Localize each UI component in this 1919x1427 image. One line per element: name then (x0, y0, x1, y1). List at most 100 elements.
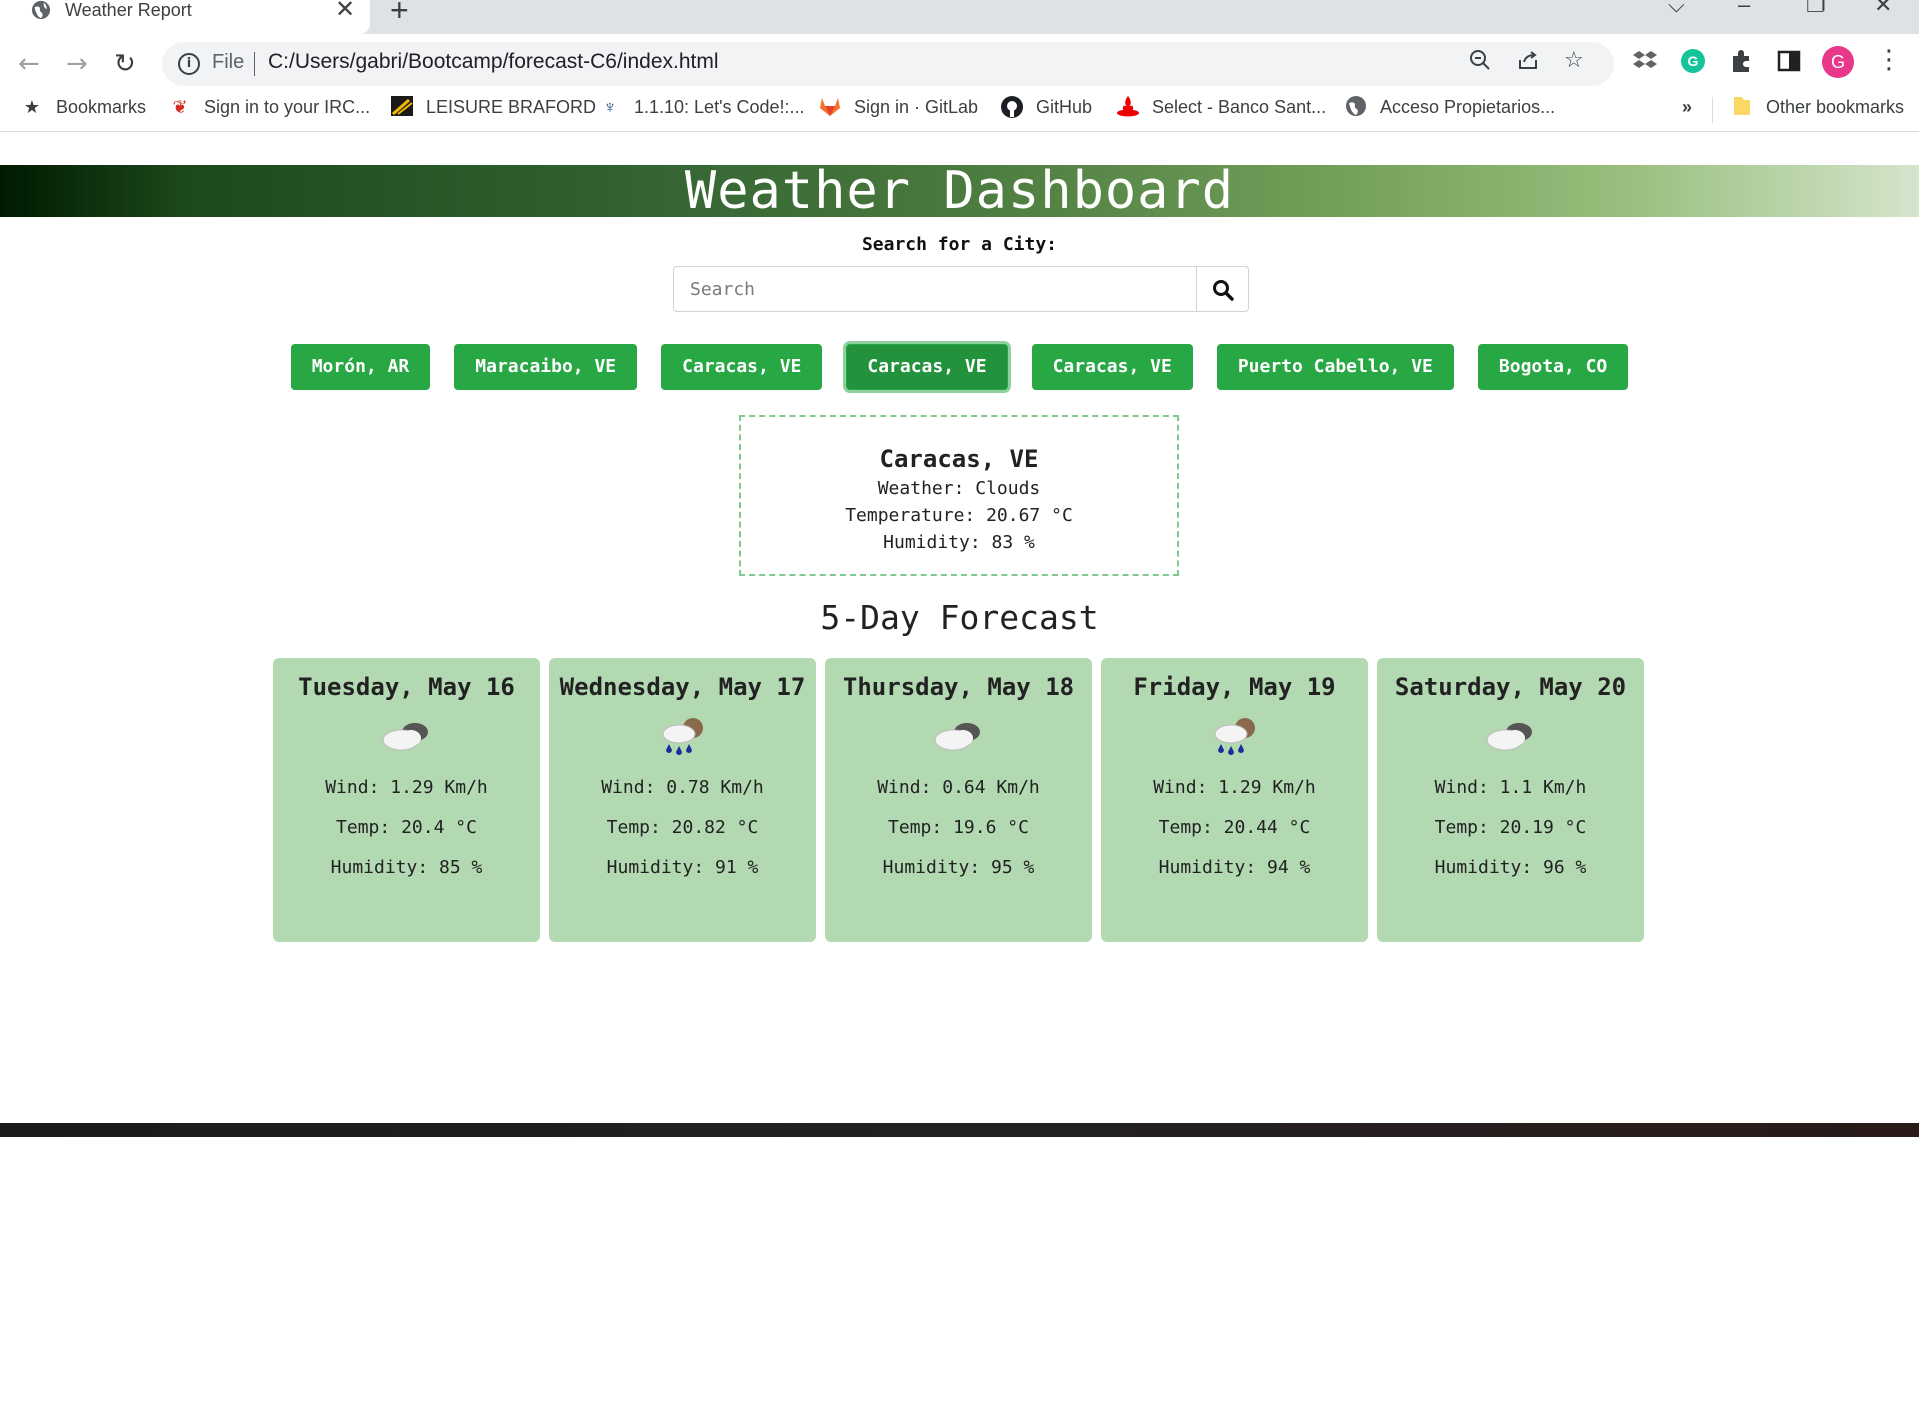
history-button-maracaibo[interactable]: Maracaibo, VE (454, 344, 638, 390)
menu-kebab-icon[interactable]: ⋮ (1876, 44, 1902, 76)
bookmark-leisure[interactable]: LEISURE BRAFORD (390, 95, 596, 119)
forecast-wind: Wind: 0.78 Km/h (601, 777, 764, 798)
page-content: Weather Dashboard Search for a City: Mor… (0, 132, 1919, 1427)
browser-tab[interactable]: Weather Report ✕ (0, 0, 370, 34)
history-button-caracas[interactable]: Caracas, VE (1031, 344, 1193, 390)
forecast-humidity: Humidity: 96 % (1434, 857, 1587, 878)
share-icon[interactable] (1516, 48, 1540, 78)
new-tab-button[interactable]: + (390, 0, 409, 26)
search-label: Search for a City: (861, 234, 1058, 255)
bookmark-label: Acceso Propietarios... (1380, 97, 1556, 117)
rain-icon (1101, 704, 1368, 768)
folder-icon (1730, 95, 1754, 119)
forecast-card: Friday, May 19 Wind: 1.29 Km/h Temp: 20.… (1101, 658, 1368, 942)
forecast-temp: Temp: 19.6 °C (888, 817, 1029, 838)
forecast-cards: Tuesday, May 16 Wind: 1.29 Km/h Temp: 20… (273, 658, 1644, 942)
bookmark-label: Sign in to your IRC... (204, 97, 371, 117)
bookmarks-bar: ★ Bookmarks ❦ Sign in to your IRC... LEISU… (0, 88, 1919, 132)
bookmarks-overflow-button[interactable]: » (1682, 95, 1692, 119)
forecast-temp: Temp: 20.19 °C (1434, 817, 1587, 838)
history-button-puerto-cabello[interactable]: Puerto Cabello, VE (1216, 344, 1454, 390)
clouds-icon (1377, 704, 1644, 768)
clouds-icon (273, 704, 540, 768)
page-header: Weather Dashboard (0, 165, 1919, 217)
bookmark-label: 1.1.10: Let's Code!:... (634, 97, 805, 117)
history-button-caracas[interactable]: Caracas, VE (661, 344, 823, 390)
star-icon: ★ (23, 97, 41, 117)
maple-leaf-icon: ❦ (172, 97, 188, 117)
tab-strip: Weather Report ✕ + ⌵ – ❐ ✕ (0, 0, 1919, 34)
search-input[interactable] (673, 266, 1197, 312)
bookmark-bookmarks[interactable]: ★ Bookmarks (20, 95, 146, 119)
forecast-wind: Wind: 1.29 Km/h (1153, 777, 1316, 798)
current-weather: Weather: Clouds (877, 478, 1041, 499)
santander-icon (1116, 95, 1140, 119)
globe-icon (1344, 95, 1368, 119)
history-button-moron[interactable]: Morón, AR (290, 344, 431, 390)
leisure-icon (390, 95, 414, 119)
reload-icon[interactable]: ↻ (114, 48, 136, 80)
rain-icon (549, 704, 816, 768)
svg-text:G: G (1688, 53, 1699, 69)
forecast-date: Friday, May 19 (1133, 673, 1336, 701)
side-panel-icon[interactable] (1776, 48, 1806, 78)
divider (1712, 97, 1713, 123)
extensions-puzzle-icon[interactable] (1728, 48, 1758, 78)
bookmark-santander[interactable]: Select - Banco Sant... (1116, 95, 1326, 119)
bookmark-label: Bookmarks (56, 97, 147, 117)
current-weather-card: Caracas, VE Weather: Clouds Temperature:… (739, 415, 1179, 576)
history-button-bogota[interactable]: Bogota, CO (1477, 344, 1629, 390)
forecast-humidity: Humidity: 91 % (606, 857, 759, 878)
url-text[interactable]: C:/Users/gabri/Bootcamp/forecast-C6/inde… (268, 50, 719, 74)
forecast-humidity: Humidity: 94 % (1158, 857, 1311, 878)
taskbar-strip (0, 1123, 1919, 1137)
back-arrow-icon[interactable]: ← (18, 48, 40, 80)
info-icon[interactable]: i (178, 53, 200, 75)
other-bookmarks[interactable]: Other bookmarks (1730, 95, 1904, 119)
forecast-temp: Temp: 20.82 °C (606, 817, 759, 838)
search-button[interactable] (1196, 266, 1249, 312)
bookmark-acceso[interactable]: Acceso Propietarios... (1344, 95, 1555, 119)
address-bar[interactable]: i File C:/Users/gabri/Bootcamp/forecast-… (162, 42, 1614, 86)
clouds-icon (825, 704, 1092, 768)
star-icon[interactable]: ☆ (1564, 48, 1584, 73)
chevron-down-icon[interactable]: ⌵ (1668, 0, 1685, 18)
url-scheme: File (212, 51, 245, 73)
current-humidity: Humidity: 83 % (883, 532, 1035, 553)
tree-icon: ♆ (603, 97, 617, 117)
forecast-date: Wednesday, May 17 (559, 673, 806, 701)
bookmark-label: Sign in · GitLab (854, 97, 979, 117)
other-bookmarks-label: Other bookmarks (1766, 97, 1905, 117)
forecast-wind: Wind: 1.29 Km/h (325, 777, 488, 798)
forecast-title: 5-Day Forecast (820, 598, 1099, 637)
grammarly-icon[interactable]: G (1680, 48, 1710, 78)
avatar[interactable]: G (1822, 46, 1854, 78)
current-temperature: Temperature: 20.67 °C (845, 505, 1073, 526)
forecast-date: Thursday, May 18 (842, 673, 1075, 701)
minimize-icon[interactable]: – (1738, 0, 1750, 18)
forecast-humidity: Humidity: 95 % (882, 857, 1035, 878)
forward-arrow-icon[interactable]: → (66, 48, 88, 80)
bookmark-github[interactable]: GitHub (1000, 95, 1092, 119)
close-icon[interactable]: ✕ (335, 0, 355, 21)
gitlab-icon (818, 95, 842, 119)
bookmark-label: GitHub (1036, 97, 1093, 117)
window-close-icon[interactable]: ✕ (1874, 0, 1892, 18)
page-title: Weather Dashboard (684, 161, 1235, 221)
bookmark-irc[interactable]: ❦ Sign in to your IRC... (168, 95, 370, 119)
forecast-wind: Wind: 0.64 Km/h (877, 777, 1040, 798)
bookmark-gitlab[interactable]: Sign in · GitLab (818, 95, 978, 119)
forecast-wind: Wind: 1.1 Km/h (1434, 777, 1587, 798)
forecast-temp: Temp: 20.4 °C (336, 817, 477, 838)
dropbox-icon[interactable] (1632, 48, 1662, 78)
tab-title: Weather Report (65, 0, 192, 20)
history-button-caracas-active[interactable]: Caracas, VE (846, 344, 1008, 390)
zoom-icon[interactable] (1468, 48, 1492, 78)
search-history: Morón, AR Maracaibo, VE Caracas, VE Cara… (0, 344, 1919, 390)
bookmark-letscode[interactable]: ♆ 1.1.10: Let's Code!:... (598, 95, 805, 119)
forecast-card: Tuesday, May 16 Wind: 1.29 Km/h Temp: 20… (273, 658, 540, 942)
bookmark-label: Select - Banco Sant... (1152, 97, 1327, 117)
restore-icon[interactable]: ❐ (1806, 0, 1826, 18)
forecast-card: Wednesday, May 17 Wind: 0.78 Km/h Temp: … (549, 658, 816, 942)
forecast-date: Tuesday, May 16 (298, 673, 515, 701)
